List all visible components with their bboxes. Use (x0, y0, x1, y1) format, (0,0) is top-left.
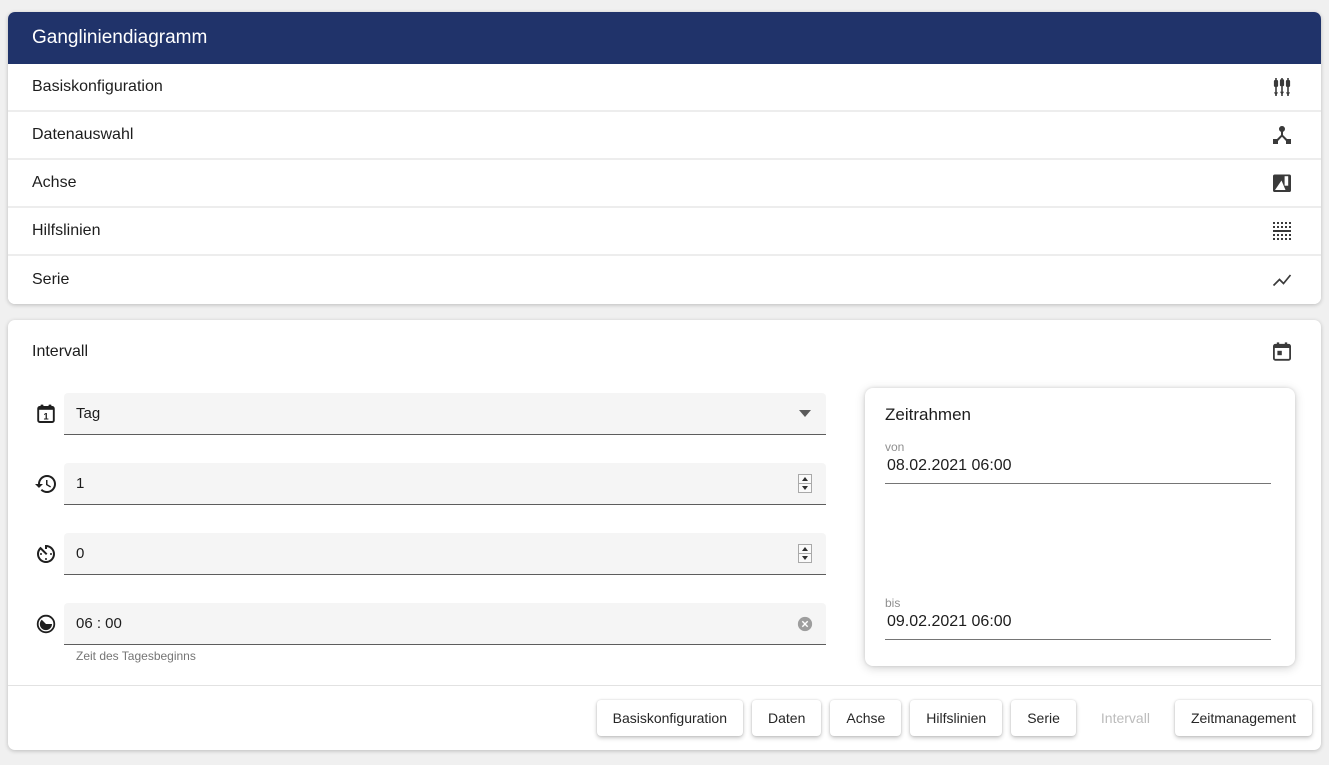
interval-count-input[interactable]: 1 (64, 463, 826, 505)
configuration-panel: Gangliniendiagramm Basiskonfiguration Da… (8, 12, 1321, 304)
section-label: Achse (32, 174, 76, 192)
section-label: Basiskonfiguration (32, 78, 163, 96)
section-basiskonfiguration[interactable]: Basiskonfiguration (8, 64, 1321, 112)
achse-button[interactable]: Achse (830, 700, 901, 736)
section-datenauswahl[interactable]: Datenauswahl (8, 112, 1321, 160)
zeitrahmen-card: Zeitrahmen von 08.02.2021 06:00 bis 09.0… (865, 388, 1295, 666)
bis-input[interactable]: 09.02.2021 06:00 (885, 610, 1271, 640)
section-label: Hilfslinien (32, 222, 100, 240)
intervall-content: 1 Tag 1 (8, 362, 1321, 685)
intervall-panel: Intervall (8, 320, 1321, 750)
intervall-button-disabled: Intervall (1085, 700, 1166, 736)
von-label: von (885, 440, 1271, 454)
chevron-down-icon (799, 410, 811, 417)
day-start-time-input[interactable]: 06 : 00 (64, 603, 826, 645)
calendar-1-icon: 1 (34, 402, 58, 426)
intervall-title: Intervall (32, 343, 88, 361)
footer-button-bar: Basiskonfiguration Daten Achse Hilfslini… (8, 685, 1321, 750)
sliders-icon (1270, 75, 1294, 99)
svg-text:1: 1 (43, 412, 49, 423)
day-start-row: 06 : 00 (34, 603, 826, 645)
section-label: Serie (32, 271, 69, 289)
half-clock-icon (34, 612, 58, 636)
section-hilfslinien[interactable]: Hilfslinien (8, 208, 1321, 256)
interval-offset-input[interactable]: 0 (64, 533, 826, 575)
history-icon (34, 472, 58, 496)
gridlines-icon (1270, 219, 1294, 243)
serie-button[interactable]: Serie (1011, 700, 1076, 736)
axis-image-icon (1270, 171, 1294, 195)
interval-count-value: 1 (76, 475, 84, 492)
page-title: Gangliniendiagramm (32, 27, 207, 49)
clear-icon[interactable] (796, 615, 814, 633)
spacer (885, 484, 1271, 581)
stepper-up-icon[interactable] (799, 475, 811, 484)
zeitmanagement-button[interactable]: Zeitmanagement (1175, 700, 1312, 736)
interval-offset-value: 0 (76, 545, 84, 562)
bis-label: bis (885, 596, 1271, 610)
number-stepper[interactable] (798, 474, 812, 493)
line-chart-icon (1270, 268, 1294, 292)
interval-unit-select[interactable]: Tag (64, 393, 826, 435)
interval-offset-row: 0 (34, 533, 826, 575)
section-serie[interactable]: Serie (8, 256, 1321, 304)
interval-count-row: 1 (34, 463, 826, 505)
timer-icon (34, 542, 58, 566)
page: Gangliniendiagramm Basiskonfiguration Da… (0, 0, 1329, 750)
interval-unit-value: Tag (76, 405, 100, 422)
calendar-interval-icon (1270, 340, 1294, 364)
number-stepper[interactable] (798, 544, 812, 563)
app-header: Gangliniendiagramm (8, 12, 1321, 64)
basiskonfiguration-button[interactable]: Basiskonfiguration (597, 700, 743, 736)
von-input[interactable]: 08.02.2021 06:00 (885, 454, 1271, 484)
interval-unit-row: 1 Tag (34, 393, 826, 435)
interval-form: 1 Tag 1 (34, 393, 826, 663)
section-achse[interactable]: Achse (8, 160, 1321, 208)
stepper-up-icon[interactable] (799, 545, 811, 554)
stepper-down-icon[interactable] (799, 554, 811, 562)
section-label: Datenauswahl (32, 126, 133, 144)
day-start-time-value: 06 : 00 (76, 615, 122, 632)
day-start-helper: Zeit des Tagesbeginns (76, 649, 826, 663)
zeitrahmen-title: Zeitrahmen (885, 405, 1271, 425)
stepper-down-icon[interactable] (799, 484, 811, 492)
daten-button[interactable]: Daten (752, 700, 821, 736)
node-hub-icon (1270, 123, 1294, 147)
intervall-header: Intervall (8, 320, 1321, 362)
hilfslinien-button[interactable]: Hilfslinien (910, 700, 1002, 736)
